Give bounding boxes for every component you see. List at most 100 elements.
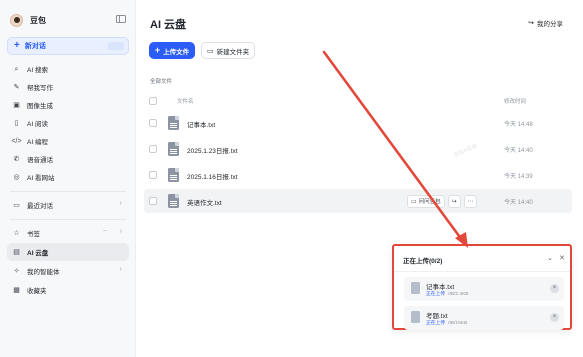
sidebar-item-recent[interactable]: ▭ 最近对话 ›	[7, 196, 129, 214]
row-checkbox[interactable]	[149, 171, 157, 179]
sidebar-item-image[interactable]: ▣ 图像生成	[7, 96, 129, 114]
cancel-upload-icon[interactable]: ×	[550, 284, 559, 293]
txt-file-icon	[411, 311, 420, 323]
upload-panel-title: 正在上传(0/2)	[403, 258, 443, 265]
table-row[interactable]: 记事本.txt 今天 14:48	[144, 111, 572, 135]
sidebar-item-coding[interactable]: </> AI 编程	[7, 132, 129, 150]
sidebar-item-label: 我的智能体	[27, 269, 60, 276]
sidebar-item-label: AI 云盘	[27, 250, 49, 257]
table-row[interactable]: 英语作文.txt ▭ 问问豆包 ↪ ⋯ 今天 14:40	[144, 189, 572, 213]
column-header-time[interactable]: 修改时间	[504, 97, 526, 105]
sidebar-item-label: 图像生成	[27, 103, 53, 110]
row-checkbox[interactable]	[149, 197, 157, 205]
folder-add-icon: ▭	[206, 47, 214, 55]
new-chat-label: 新对话	[24, 43, 46, 50]
sidebar-item-favorites[interactable]: ▦ 收藏夹	[7, 281, 129, 299]
cancel-upload-icon[interactable]: ×	[550, 313, 559, 322]
phone-icon: ✆	[13, 155, 20, 163]
txt-file-icon	[411, 282, 420, 294]
upload-size: 0B/15KB	[448, 321, 468, 326]
row-actions: ▭ 问问豆包 ↪ ⋯	[407, 194, 477, 208]
sidebar-item-agents[interactable]: ✧ 我的智能体 ›	[7, 262, 129, 280]
avatar[interactable]	[10, 13, 23, 27]
plus-icon: +	[154, 45, 161, 55]
file-time: 今天 14:40	[504, 148, 533, 154]
divider	[10, 219, 126, 220]
column-header-name[interactable]: 文件名	[177, 97, 194, 105]
txt-file-icon	[168, 194, 179, 208]
new-chat-button[interactable]: + 新对话	[7, 37, 129, 55]
sidebar-header: 豆包	[10, 11, 130, 29]
file-time: 今天 14:48	[504, 122, 533, 128]
file-name: 2025.1.23日报.txt	[187, 148, 238, 155]
upload-status-text: 正在上传	[426, 321, 446, 326]
pen-icon: ✎	[13, 83, 20, 91]
sidebar-item-reading[interactable]: ▯ AI 阅读	[7, 114, 129, 132]
globe-icon: ◎	[13, 173, 20, 181]
upload-status: 正在上传 0B/15KB	[426, 319, 467, 326]
upload-progress-panel: 正在上传(0/2) ⌄ ✕ 记事本.txt 正在上传 0B/2.4KB × 考题.…	[392, 244, 572, 330]
upload-item: 考题.txt 正在上传 0B/15KB ×	[404, 306, 564, 330]
txt-file-icon	[168, 142, 179, 156]
txt-file-icon	[168, 168, 179, 182]
upload-size: 0B/2.4KB	[448, 292, 469, 297]
my-share-label: 我的分享	[537, 21, 563, 28]
box-icon: ▦	[13, 286, 20, 294]
sidebar: 豆包 + 新对话 ⌕ AI 搜索 ✎ 帮我写作 ▣ 图像生成 ▯ AI 阅读 <…	[0, 0, 136, 357]
row-checkbox[interactable]	[149, 119, 157, 127]
file-name: 英语作文.txt	[187, 200, 222, 207]
shortcut-hint	[108, 42, 124, 50]
breadcrumb[interactable]: 全部文件	[150, 77, 172, 85]
share-row-button[interactable]: ↪	[447, 194, 461, 208]
chevron-right-icon: ›	[119, 266, 122, 273]
sidebar-toggle-icon[interactable]	[116, 15, 126, 23]
txt-file-icon	[168, 116, 179, 130]
table-row[interactable]: 2025.1.16日报.txt 今天 14:39	[144, 163, 572, 187]
more-button[interactable]: ⋯	[463, 194, 477, 208]
table-row[interactable]: 2025.1.23日报.txt 今天 14:40	[144, 137, 572, 161]
minus-icon: –	[103, 227, 107, 234]
file-name: 记事本.txt	[187, 122, 216, 129]
sidebar-item-label: 帮我写作	[27, 85, 53, 92]
sidebar-item-label: AI 阅读	[27, 121, 48, 128]
sidebar-item-writing[interactable]: ✎ 帮我写作	[7, 78, 129, 96]
folder-icon: ▤	[13, 248, 20, 256]
plus-icon: +	[14, 40, 20, 51]
chat-bubble-icon: ▭	[411, 198, 417, 205]
ask-doubao-label: 问问豆包	[418, 199, 441, 205]
sidebar-item-label: AI 看网站	[27, 175, 55, 182]
sidebar-item-label: 书签	[27, 231, 40, 238]
page-title: AI 云盘	[150, 19, 187, 31]
upload-item: 记事本.txt 正在上传 0B/2.4KB ×	[404, 277, 564, 301]
my-share-button[interactable]: ↪ 我的分享	[528, 18, 563, 28]
chevron-down-icon[interactable]: ⌄	[547, 254, 553, 262]
sidebar-item-label: AI 编程	[27, 139, 48, 146]
user-name: 豆包	[30, 15, 46, 25]
upload-file-label: 上传文件	[163, 48, 190, 56]
sidebar-item-ai-search[interactable]: ⌕ AI 搜索	[7, 60, 129, 78]
file-name: 2025.1.16日报.txt	[187, 174, 238, 181]
file-time: 今天 14:39	[504, 174, 533, 180]
sidebar-item-label: 收藏夹	[27, 288, 47, 295]
image-icon: ▣	[13, 101, 20, 109]
file-time: 今天 14:40	[504, 200, 533, 206]
select-all-checkbox[interactable]	[149, 97, 157, 105]
upload-file-button[interactable]: + 上传文件	[149, 42, 195, 59]
more-icon: ⋯	[467, 198, 474, 205]
chevron-right-icon: ›	[119, 228, 122, 235]
divider	[10, 191, 126, 192]
sidebar-item-cloud[interactable]: ▤ AI 云盘	[7, 243, 129, 261]
book-icon: ▯	[14, 119, 19, 127]
sidebar-item-browse[interactable]: ◎ AI 看网站	[7, 168, 129, 186]
close-icon[interactable]: ✕	[559, 254, 565, 262]
ask-doubao-button[interactable]: ▭ 问问豆包	[407, 194, 445, 208]
row-checkbox[interactable]	[149, 145, 157, 153]
sidebar-item-voice[interactable]: ✆ 语音通话	[7, 150, 129, 168]
upload-status-text: 正在上传	[426, 292, 446, 297]
chat-icon: ▭	[13, 201, 20, 209]
agent-icon: ✧	[13, 267, 20, 275]
search-icon: ⌕	[14, 65, 19, 73]
share-icon: ↪	[528, 20, 534, 27]
new-folder-button[interactable]: ▭ 新建文件夹	[201, 42, 255, 59]
sidebar-item-bookmarks[interactable]: ☆ 书签 – ›	[7, 224, 129, 242]
